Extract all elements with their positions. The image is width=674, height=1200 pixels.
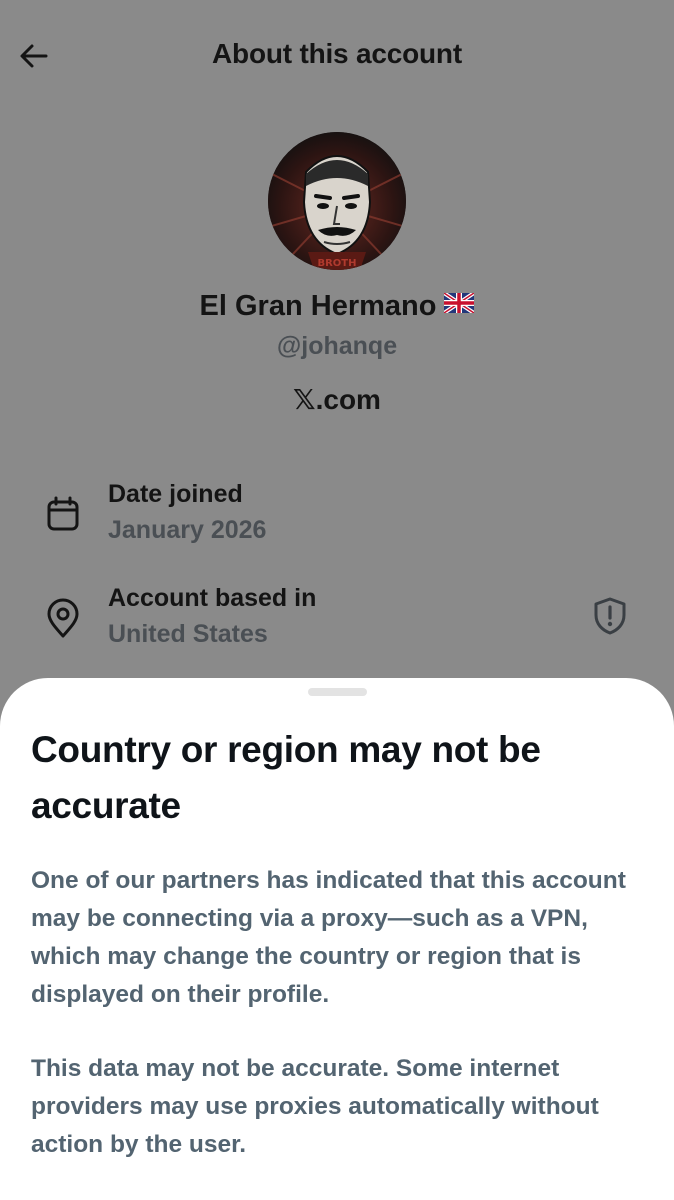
date-joined-row: Date joined January 2026 <box>0 478 674 558</box>
profile-name: El Gran Hermano <box>0 290 674 323</box>
page-title: About this account <box>212 38 462 69</box>
site-link: 𝕏.com <box>0 383 674 416</box>
sheet-paragraph-2: This data may not be accurate. Some inte… <box>31 1055 599 1158</box>
avatar[interactable]: BROTH <box>268 132 406 270</box>
x-logo-glyph: 𝕏 <box>293 383 316 416</box>
account-based-in-row: Account based in United States <box>0 582 674 662</box>
svg-text:BROTH: BROTH <box>317 258 356 269</box>
bottom-sheet: Country or region may not be accurate On… <box>0 678 674 1200</box>
location-pin-icon <box>43 598 83 638</box>
site-domain: .com <box>315 384 381 415</box>
date-joined-label: Date joined <box>108 480 243 508</box>
sheet-drag-handle[interactable] <box>308 688 367 696</box>
username-handle: @johanqe <box>276 332 398 360</box>
account-based-in-label: Account based in <box>108 584 317 612</box>
shield-alert-icon <box>594 597 626 635</box>
uk-flag-icon <box>443 288 476 321</box>
sheet-paragraph-1: One of our partners has indicated that t… <box>31 867 626 1008</box>
shield-alert-button[interactable] <box>588 594 632 638</box>
about-account-screen: About this account BROTH El Gran Hermano… <box>0 0 674 1200</box>
display-name: El Gran Hermano <box>199 290 437 322</box>
sheet-title: Country or region may not be accurate <box>31 729 541 826</box>
date-joined-value: January 2026 <box>108 516 267 544</box>
header: About this account <box>0 0 674 112</box>
calendar-icon <box>43 494 83 534</box>
account-based-in-value: United States <box>108 620 268 648</box>
avatar-image: BROTH <box>268 132 406 270</box>
